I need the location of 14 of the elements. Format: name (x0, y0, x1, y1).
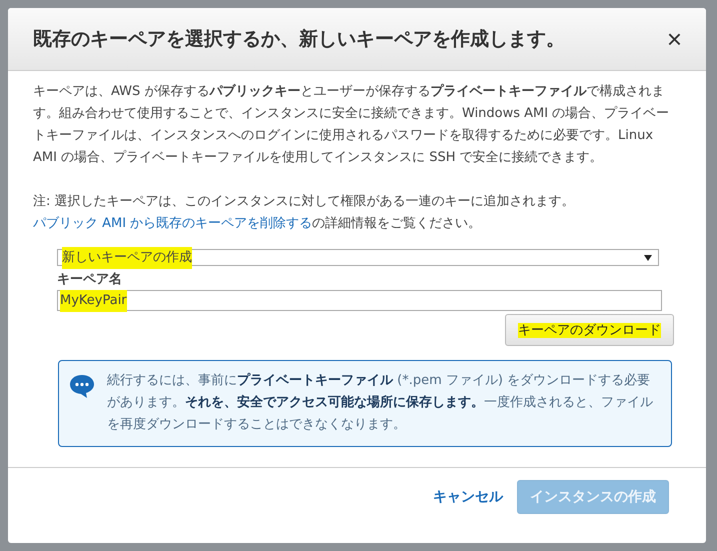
info-text: 続行するには、事前にプライベートキーファイル (*.pem ファイル) をダウンロードする必要があります。それを、安全でアクセス可能な場所に保存します。一度作成されると、ファイルを再度ダウンロードすることはできなくなります。 (107, 372, 654, 434)
note-text: 注: 選択したキーペアは、このインスタンスに対して権限がある一連のキーに追加されます。 パブリック AMI から既存のキーペアを削除するの詳細情報をご覧ください。 (33, 193, 576, 233)
download-button[interactable]: キーペアのダウンロード (505, 314, 674, 346)
speech-bubble-icon (69, 374, 95, 398)
keypair-select[interactable]: 新しいキーペアの作成 (57, 249, 659, 266)
keypair-name-field[interactable]: MyKeyPair (57, 290, 662, 311)
delete-keypair-link[interactable]: パブリック AMI から既存のキーペアを削除する (33, 216, 312, 231)
field-label: キーペア名 (57, 271, 123, 289)
dialog-title: 既存のキーペアを選択するか、新しいキーペアを作成します。 (33, 27, 565, 52)
cancel-button[interactable]: キャンセル (433, 482, 503, 512)
intro-text: キーペアは、AWS が保存するパブリックキーとユーザーが保存するプライベートキーファイルで構成されます。組み合わせて使用することで、インスタンスに安全に接続できます。Windows AMI の場合、プライベートキーファイルは、インスタンスへのログインに使用されるパスワードを取得するために必要です。Linux AMI の場合、プライベートキーファイルを使用してインスタンスに SSH で安全に接続できます。 (33, 82, 670, 167)
close-button[interactable]: × (662, 26, 686, 52)
select-value: 新しいキーペアの作成 (62, 246, 192, 268)
caret-icon (644, 254, 652, 260)
